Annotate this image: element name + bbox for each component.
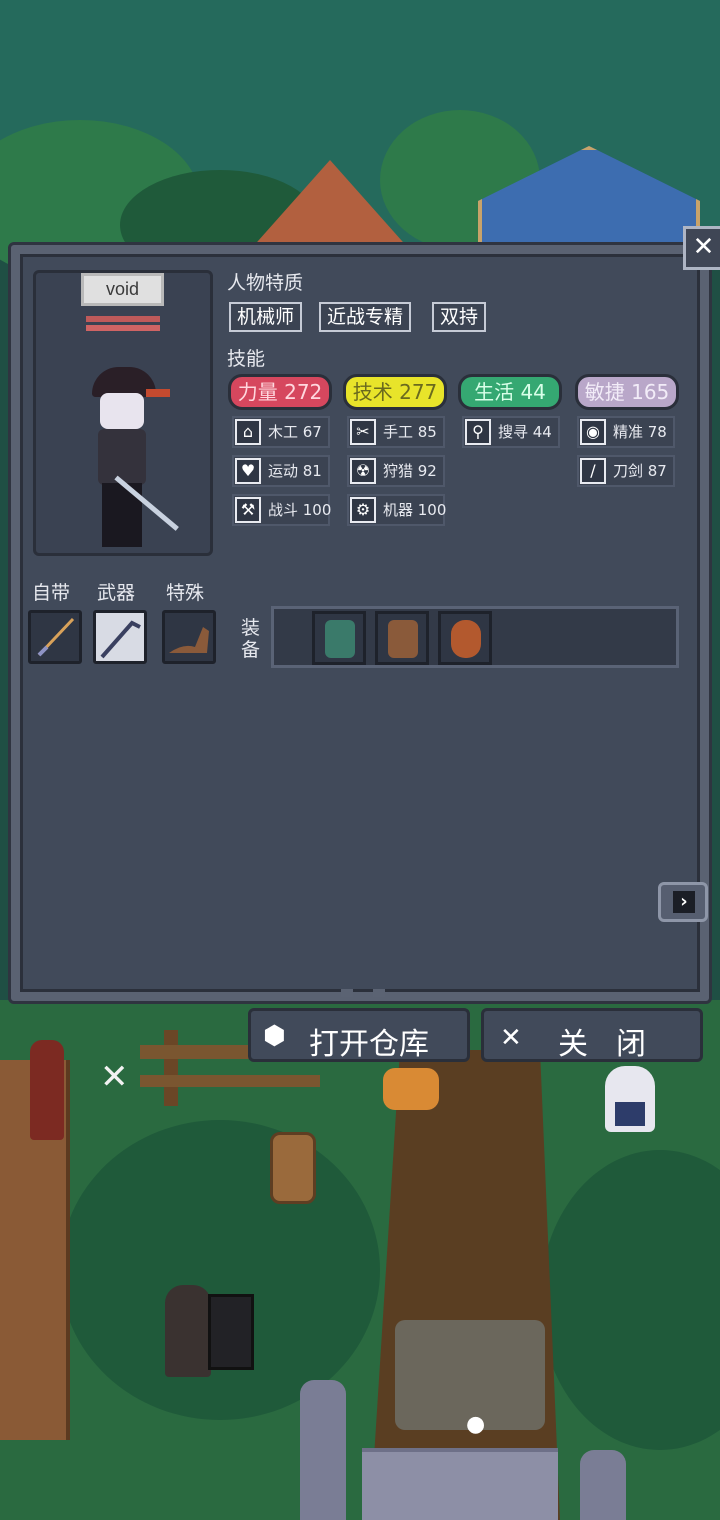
skill-combat[interactable]: ⚒ 战斗 100 (232, 494, 332, 526)
page-dot (341, 989, 353, 997)
traits-title: 人物特质 (227, 272, 304, 294)
stone-pillar (580, 1450, 626, 1520)
tree (60, 1120, 380, 1420)
face (100, 393, 144, 429)
special-slot-label: 特殊 (166, 582, 205, 604)
skill-category-agility[interactable]: 敏捷 165 (575, 374, 679, 410)
skill-label: 搜寻 44 (498, 423, 552, 441)
skill-crafting[interactable]: ✂ 手工 85 (347, 416, 445, 448)
riot-shield (208, 1294, 254, 1370)
skill-blades[interactable]: / 刀剑 87 (577, 455, 675, 487)
trait-badge[interactable]: 机械师 (229, 302, 303, 332)
location-pin-icon: ● (466, 1412, 486, 1437)
skill-hunting[interactable]: ☢ 狩猎 92 (347, 455, 445, 487)
backpack-icon (388, 620, 418, 658)
trait-badge[interactable]: 近战专精 (319, 302, 412, 332)
spear-icon (37, 617, 75, 657)
close-button[interactable]: ✕ 关闭 (481, 1008, 703, 1062)
girl-npc[interactable] (605, 1066, 655, 1132)
fence-post (164, 1030, 178, 1106)
dog-npc[interactable] (383, 1068, 439, 1110)
skill-label: 机器 100 (383, 501, 447, 519)
barrel[interactable] (270, 1132, 316, 1204)
character-sprite (86, 365, 179, 555)
skill-category-life[interactable]: 生活 44 (458, 374, 562, 410)
house-icon: ⌂ (235, 419, 261, 445)
panel-close-icon[interactable]: ✕ (683, 226, 720, 270)
player-character[interactable] (165, 1285, 211, 1377)
skill-searching[interactable]: ⚲ 搜寻 44 (462, 416, 560, 448)
red-tank (30, 1040, 64, 1140)
character-name: void (81, 273, 164, 306)
radiation-icon: ☢ (350, 458, 376, 484)
skill-carpentry[interactable]: ⌂ 木工 67 (232, 416, 330, 448)
skill-label: 木工 67 (268, 423, 322, 441)
tools-icon[interactable]: ✕ (100, 1060, 129, 1094)
trait-badge[interactable]: 双持 (432, 302, 487, 332)
heart-icon: ♥ (235, 458, 261, 484)
stone-pillar (300, 1380, 346, 1520)
builtin-slot-label: 自带 (32, 582, 71, 604)
red-roof (250, 160, 410, 250)
skill-athletics[interactable]: ♥ 运动 81 (232, 455, 330, 487)
stone-stairs (362, 1448, 558, 1520)
cat-icon (169, 627, 209, 653)
crowbar-icon (100, 620, 141, 659)
skill-label: 狩猎 92 (383, 462, 437, 480)
fence-rail (140, 1075, 320, 1087)
chevron-right-icon: › (673, 891, 695, 913)
stamina-bar (86, 325, 160, 331)
skills-title: 技能 (227, 348, 266, 370)
skill-precision[interactable]: ◉ 精准 78 (577, 416, 675, 448)
jacket (98, 429, 146, 485)
skill-label: 战斗 100 (268, 501, 332, 519)
health-bar (86, 316, 160, 322)
magnifier-icon: ⚲ (465, 419, 491, 445)
skill-label: 手工 85 (383, 423, 437, 441)
skill-label: 刀剑 87 (613, 462, 667, 480)
skill-category-tech[interactable]: 技术 277 (343, 374, 447, 410)
special-slot[interactable] (162, 610, 216, 664)
scissors-icon: ✂ (350, 419, 376, 445)
equipment-label: 装 备 (241, 617, 261, 661)
boxes-icon: ⬢ (263, 1021, 286, 1051)
equipment-item-backpack[interactable] (375, 611, 429, 665)
hammer-icon: ⚒ (235, 497, 261, 523)
equipment-item-armor[interactable] (312, 611, 366, 665)
eye-icon: ◉ (580, 419, 606, 445)
weapon-slot-label: 武器 (97, 582, 136, 604)
gear-icon: ⚙ (350, 497, 376, 523)
close-label: 关闭 (558, 1027, 674, 1062)
skill-category-strength[interactable]: 力量 272 (228, 374, 332, 410)
pouch-icon (451, 620, 481, 658)
armor-vest-icon (325, 620, 355, 658)
builtin-slot[interactable] (28, 610, 82, 664)
skill-label: 精准 78 (613, 423, 667, 441)
weapon-slot[interactable] (93, 610, 147, 664)
equipment-item-pouch[interactable] (438, 611, 492, 665)
skill-label: 运动 81 (268, 462, 322, 480)
next-page-button[interactable]: › (658, 882, 708, 922)
close-icon: ✕ (500, 1023, 522, 1053)
page-dot (373, 989, 385, 997)
open-storage-button[interactable]: ⬢ 打开仓库 (248, 1008, 470, 1062)
sword-icon: / (580, 458, 606, 484)
skill-machinery[interactable]: ⚙ 机器 100 (347, 494, 447, 526)
open-storage-label: 打开仓库 (309, 1027, 429, 1062)
